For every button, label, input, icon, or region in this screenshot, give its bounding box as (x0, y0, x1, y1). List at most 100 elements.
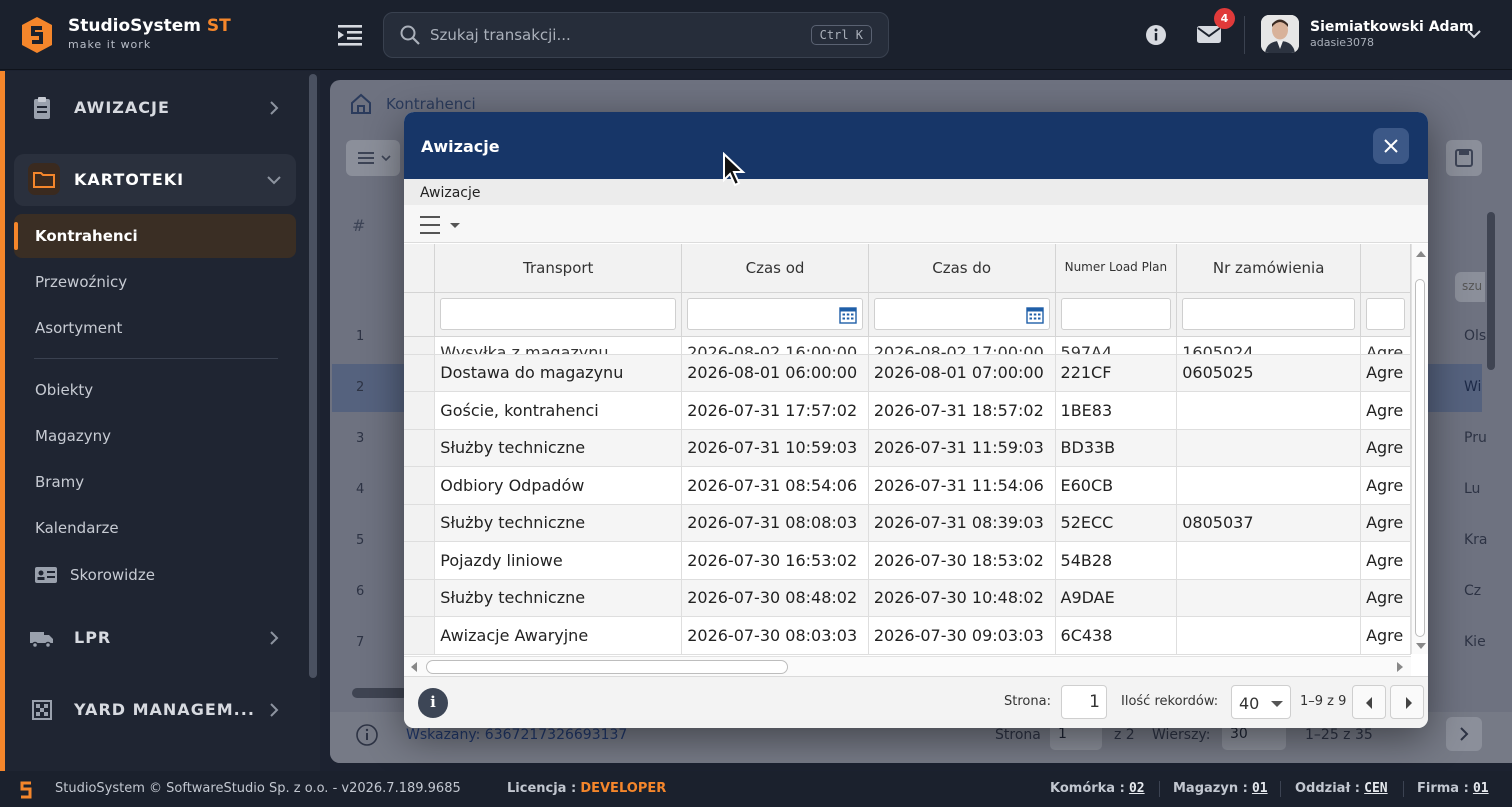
selected-id: Wskazany: 636721732669313​7 (406, 727, 628, 743)
sidebar-item-obiekty[interactable]: Obiekty (14, 368, 296, 412)
sidebar-group-lpr[interactable]: LPR (14, 612, 296, 664)
next-page-button[interactable] (1446, 717, 1482, 751)
grid-scrollbar-horizontal[interactable] (404, 656, 1411, 676)
column-header-nr-zamowienia[interactable]: Nr zamówienia (1176, 244, 1362, 293)
modal-header[interactable]: Awizacje (404, 112, 1428, 179)
cell-transport: Wysyłka z magazynu (434, 336, 683, 355)
column-header-transport[interactable]: Transport (434, 244, 683, 293)
sidebar-item-bramy[interactable]: Bramy (14, 460, 296, 504)
caret-right-icon (1406, 697, 1412, 709)
row-handle (404, 504, 436, 542)
table-row[interactable]: Awizacje Awaryjne 2026-07-30 08:03:03 20… (404, 616, 1411, 655)
prev-page-button[interactable] (1352, 685, 1386, 719)
filter-next-input[interactable] (1366, 298, 1405, 330)
sidebar-group-awizacje[interactable]: AWIZACJE (14, 82, 296, 134)
table-row[interactable]: Goście, kontrahenci 2026-07-31 17:57:02 … (404, 391, 1411, 430)
cell-czas-od: 2026-07-31 10:59:03 (681, 429, 869, 467)
main-scrollbar-horizontal[interactable] (352, 688, 408, 698)
sidebar-item-przewoznicy[interactable]: Przewoźnicy (14, 260, 296, 304)
logo-icon (20, 781, 32, 799)
modal-footer: i Strona: Ilość rekordów: 40 1–9 z 9 (404, 676, 1428, 728)
table-row[interactable]: Odbiory Odpadów 2026-07-31 08:54:06 2026… (404, 466, 1411, 505)
chevron-down-icon[interactable] (1466, 26, 1482, 42)
page-of: z 2 (1114, 727, 1135, 743)
records-select[interactable]: 40 (1231, 685, 1291, 719)
column-header-czas-od[interactable]: Czas od (681, 244, 869, 293)
cell-czas-do: 2026-07-31 11:59:03 (868, 429, 1056, 467)
truck-icon (30, 632, 53, 649)
cell-info[interactable]: Komórka : 02 (1050, 781, 1145, 796)
close-button[interactable] (1373, 128, 1409, 164)
table-row[interactable]: Służby techniczne 2026-07-31 08:08:03 20… (404, 504, 1411, 542)
avatar[interactable] (1261, 15, 1299, 53)
column-header-next[interactable] (1360, 244, 1411, 293)
sidebar-group-kartoteki[interactable]: KARTOTEKI (14, 154, 296, 206)
scroll-thumb[interactable] (1415, 279, 1425, 637)
scroll-down-icon[interactable] (1416, 642, 1426, 650)
calendar-icon[interactable] (839, 306, 857, 324)
save-button[interactable] (1446, 140, 1482, 176)
main-scrollbar-vertical[interactable] (1487, 212, 1495, 370)
sidebar-item-kalendarze[interactable]: Kalendarze (14, 506, 296, 550)
column-header-numer-load-plan[interactable]: Numer Load Plan (1055, 244, 1178, 293)
table-row[interactable]: Wysyłka z magazynu 2026-08-02 16:00:00 2… (404, 336, 1411, 355)
table-row[interactable]: Służby techniczne 2026-07-30 08:48:02 20… (404, 579, 1411, 617)
sidebar-item-magazyny[interactable]: Magazyny (14, 414, 296, 458)
filter-czas-do-input[interactable] (873, 298, 1050, 330)
scroll-right-icon[interactable] (1396, 662, 1404, 672)
filter-cell (1055, 292, 1178, 337)
background-filter-input[interactable]: szu (1455, 272, 1485, 302)
cell-next: Agre (1360, 466, 1411, 505)
scroll-left-icon[interactable] (410, 662, 418, 672)
filter-transport-input[interactable] (440, 298, 677, 330)
table-row[interactable]: Pojazdy liniowe 2026-07-30 16:53:02 2026… (404, 541, 1411, 580)
sidebar-item-asortyment[interactable]: Asortyment (14, 306, 296, 350)
column-hash: # (352, 216, 366, 235)
brand-title: StudioSystem ST (68, 16, 231, 36)
page-input[interactable] (1061, 685, 1107, 719)
info-icon[interactable] (1145, 24, 1167, 46)
grid-menu-icon[interactable] (420, 214, 466, 236)
scroll-up-icon[interactable] (1416, 250, 1426, 258)
grid-icon (32, 700, 52, 720)
scroll-thumb[interactable] (426, 660, 788, 674)
filter-nr-zamowienia-input[interactable] (1182, 298, 1356, 330)
cell-transport: Służby techniczne (434, 429, 683, 467)
warehouse-info[interactable]: Magazyn : 01 (1173, 781, 1268, 796)
menu-toggle-icon[interactable] (338, 24, 362, 46)
home-icon[interactable] (350, 93, 372, 115)
branch-info[interactable]: Oddział : CEN (1295, 781, 1388, 796)
company-info[interactable]: Firma : 01 (1417, 781, 1489, 796)
cell-load-plan: 597A4 (1055, 336, 1178, 355)
search-input[interactable] (430, 23, 790, 47)
filter-cell (681, 292, 869, 337)
modal-subtitle-text: Awizacje (420, 185, 481, 201)
filter-czas-od-input[interactable] (687, 298, 863, 330)
table-row[interactable]: Służby techniczne 2026-07-31 10:59:03 20… (404, 429, 1411, 467)
user-name[interactable]: Siemiatkowski Adam (1310, 19, 1474, 35)
info-icon[interactable] (355, 723, 379, 747)
sidebar-item-kontrahenci[interactable]: Kontrahenci (14, 214, 296, 258)
filter-cell (404, 292, 436, 337)
cell-next: Agre (1360, 429, 1411, 467)
cell-czas-do: 2026-07-30 18:53:02 (868, 541, 1056, 580)
awizacje-modal: Awizacje Awizacje Transport Czas od Czas… (404, 112, 1428, 728)
grid-scrollbar-vertical[interactable] (1411, 244, 1428, 654)
sidebar-scrollbar[interactable] (309, 74, 317, 678)
cell-nr-zamowienia (1176, 541, 1362, 580)
info-button[interactable]: i (418, 688, 448, 718)
sidebar-group-yard-management[interactable]: YARD MANAGEM... (14, 684, 296, 736)
search-box[interactable]: Ctrl K (383, 12, 889, 58)
filter-load-plan-input[interactable] (1060, 298, 1172, 330)
calendar-icon[interactable] (1025, 306, 1044, 324)
sidebar-item-skorowidze[interactable]: Skorowidze (14, 553, 296, 597)
id-card-icon (35, 567, 57, 583)
status-bar: StudioSystem © SoftwareStudio Sp. z o.o.… (0, 771, 1512, 807)
column-header-czas-do[interactable]: Czas do (868, 244, 1056, 293)
table-row[interactable]: Dostawa do magazynu 2026-08-01 06:00:00 … (404, 354, 1411, 392)
next-page-button[interactable] (1390, 685, 1424, 719)
range-label: 1–9 z 9 (1300, 694, 1347, 709)
main-menu-button[interactable] (346, 140, 400, 176)
breadcrumb[interactable]: Kontrahenci (386, 95, 476, 113)
cell-czas-od: 2026-07-31 08:08:03 (681, 504, 869, 542)
